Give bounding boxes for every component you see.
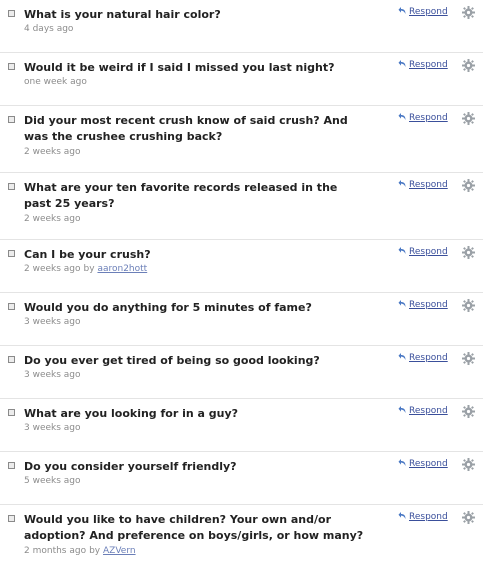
respond-arrow-icon [398, 112, 407, 121]
respond-link[interactable]: Respond [398, 246, 448, 257]
question-text: What is your natural hair color? [24, 8, 221, 21]
question-checkbox[interactable] [8, 409, 15, 416]
gear-icon[interactable] [462, 403, 475, 418]
question-row: What are your ten favorite records relea… [0, 173, 483, 240]
question-timestamp: 5 weeks ago [24, 476, 81, 486]
question-checkbox[interactable] [8, 462, 15, 469]
respond-link[interactable]: Respond [398, 352, 448, 363]
respond-label: Respond [409, 7, 448, 17]
question-timestamp: 3 weeks ago [24, 370, 81, 380]
respond-label: Respond [409, 180, 448, 190]
question-checkbox[interactable] [8, 356, 15, 363]
respond-label: Respond [409, 406, 448, 416]
respond-link[interactable]: Respond [398, 458, 448, 469]
question-checkbox[interactable] [8, 116, 15, 123]
question-row: What are you looking for in a guy? 3 week… [0, 399, 483, 452]
respond-arrow-icon [398, 405, 407, 414]
respond-label: Respond [409, 512, 448, 522]
gear-icon[interactable] [462, 509, 475, 524]
gear-icon[interactable] [462, 244, 475, 259]
respond-label: Respond [409, 113, 448, 123]
respond-arrow-icon [398, 352, 407, 361]
question-timestamp: 2 weeks ago [24, 147, 81, 157]
question-timestamp: 2 weeks ago [24, 264, 81, 274]
question-checkbox[interactable] [8, 10, 15, 17]
question-text: Would you do anything for 5 minutes of f… [24, 301, 312, 314]
question-row: What is your natural hair color? 4 days a… [0, 0, 483, 53]
gear-icon[interactable] [462, 57, 475, 72]
question-checkbox[interactable] [8, 183, 15, 190]
question-row: Do you consider yourself friendly? 5 week… [0, 452, 483, 505]
gear-icon[interactable] [462, 456, 475, 471]
question-row: Did your most recent crush know of said … [0, 106, 483, 173]
respond-arrow-icon [398, 458, 407, 467]
question-meta: 2 months ago by AZVern [24, 545, 136, 557]
question-row: Do you ever get tired of being so good l… [0, 346, 483, 399]
respond-label: Respond [409, 60, 448, 70]
question-text: What are your ten favorite records relea… [24, 181, 338, 210]
gear-icon[interactable] [462, 177, 475, 192]
question-text: What are you looking for in a guy? [24, 407, 239, 420]
question-row: Can I be your crush? 2 weeks ago by aaron2… [0, 240, 483, 293]
respond-arrow-icon [398, 299, 407, 308]
question-meta: 3 weeks ago [24, 369, 81, 381]
respond-link[interactable]: Respond [398, 179, 448, 190]
author-link[interactable]: AZVern [103, 546, 136, 556]
question-checkbox[interactable] [8, 63, 15, 70]
gear-icon[interactable] [462, 297, 475, 312]
question-row: Would it be weird if I said I missed you… [0, 53, 483, 106]
question-meta: 5 weeks ago [24, 475, 81, 487]
question-text: Can I be your crush? [24, 248, 151, 261]
respond-link[interactable]: Respond [398, 6, 448, 17]
gear-icon[interactable] [462, 4, 475, 19]
question-timestamp: 4 days ago [24, 24, 74, 34]
respond-arrow-icon [398, 59, 407, 68]
respond-arrow-icon [398, 179, 407, 188]
respond-arrow-icon [398, 511, 407, 520]
respond-link[interactable]: Respond [398, 299, 448, 310]
question-meta: one week ago [24, 76, 87, 88]
question-meta: 2 weeks ago [24, 213, 81, 225]
question-meta: 3 weeks ago [24, 316, 81, 328]
question-meta: 3 weeks ago [24, 422, 81, 434]
respond-arrow-icon [398, 6, 407, 15]
question-timestamp: 3 weeks ago [24, 423, 81, 433]
respond-link[interactable]: Respond [398, 59, 448, 70]
question-timestamp: 2 months ago [24, 546, 87, 556]
respond-link[interactable]: Respond [398, 405, 448, 416]
question-list: What is your natural hair color? 4 days a… [0, 0, 483, 561]
question-meta: 2 weeks ago [24, 146, 81, 158]
question-checkbox[interactable] [8, 303, 15, 310]
respond-link[interactable]: Respond [398, 112, 448, 123]
question-row: Would you do anything for 5 minutes of f… [0, 293, 483, 346]
respond-label: Respond [409, 300, 448, 310]
question-text: Would you like to have children? Your ow… [24, 513, 364, 542]
question-checkbox[interactable] [8, 250, 15, 257]
gear-icon[interactable] [462, 110, 475, 125]
question-text: Do you consider yourself friendly? [24, 460, 237, 473]
by-label: by [89, 546, 101, 556]
question-meta: 4 days ago [24, 23, 73, 35]
respond-arrow-icon [398, 246, 407, 255]
question-row: Would you like to have children? Your ow… [0, 505, 483, 561]
respond-link[interactable]: Respond [398, 511, 448, 522]
question-meta: 2 weeks ago by aaron2hott [24, 263, 147, 275]
respond-label: Respond [409, 459, 448, 469]
by-label: by [83, 264, 95, 274]
respond-label: Respond [409, 247, 448, 257]
question-text: Do you ever get tired of being so good l… [24, 354, 320, 367]
question-text: Would it be weird if I said I missed you… [24, 61, 335, 74]
question-timestamp: 3 weeks ago [24, 317, 81, 327]
gear-icon[interactable] [462, 350, 475, 365]
question-text: Did your most recent crush know of said … [24, 114, 348, 143]
question-checkbox[interactable] [8, 515, 15, 522]
author-link[interactable]: aaron2hott [97, 264, 147, 274]
question-timestamp: one week ago [24, 77, 87, 87]
respond-label: Respond [409, 353, 448, 363]
question-timestamp: 2 weeks ago [24, 214, 81, 224]
